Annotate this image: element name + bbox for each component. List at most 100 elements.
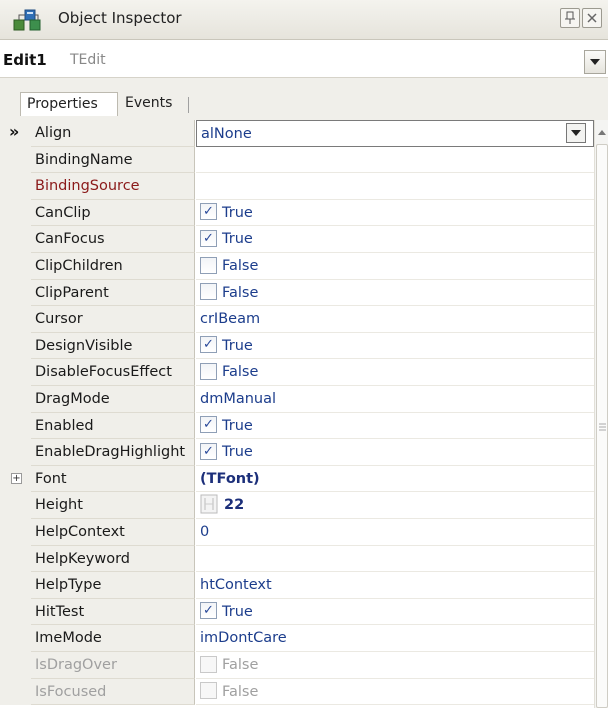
checkbox-unchecked[interactable] — [200, 362, 217, 380]
property-value[interactable] — [196, 545, 594, 573]
property-value[interactable]: ✓ True — [196, 226, 594, 253]
property-name: BindingSource — [31, 173, 195, 200]
row-gutter — [0, 332, 31, 360]
value-dropdown-button[interactable] — [566, 123, 586, 143]
property-name: ClipParent — [31, 279, 195, 307]
property-value[interactable]: (TFont) — [196, 465, 594, 493]
vertical-scrollbar[interactable] — [594, 120, 608, 708]
property-row[interactable]: DragMode dmManual — [0, 386, 594, 413]
property-name: Cursor — [31, 306, 195, 333]
checkbox-checked[interactable]: ✓ — [200, 602, 217, 620]
property-row[interactable]: IsDragOver False — [0, 652, 594, 679]
property-value-text: False — [222, 258, 259, 274]
property-name: HitTest — [31, 598, 195, 626]
property-value[interactable]: False — [196, 678, 594, 706]
title-bar: Object Inspector — [0, 0, 608, 40]
property-row[interactable]: Cursor crIBeam — [0, 306, 594, 333]
property-name: CanFocus — [31, 226, 195, 253]
property-value-text: False — [222, 657, 259, 673]
close-button[interactable] — [582, 8, 602, 28]
property-value[interactable]: crIBeam — [196, 306, 594, 333]
property-value[interactable]: ✓ True — [196, 199, 594, 227]
property-name: HelpContext — [31, 519, 195, 546]
checkbox-checked[interactable]: ✓ — [200, 229, 217, 247]
property-value[interactable]: alNone — [196, 120, 594, 147]
property-row[interactable]: HelpType htContext — [0, 572, 594, 599]
row-gutter — [0, 386, 31, 413]
property-row[interactable]: HelpContext 0 — [0, 519, 594, 546]
property-value[interactable]: False — [196, 253, 594, 280]
row-gutter — [0, 199, 31, 227]
property-value[interactable]: ✓ True — [196, 439, 594, 466]
checkbox-unchecked[interactable] — [200, 256, 217, 274]
property-value-text: True — [222, 231, 253, 248]
row-gutter — [0, 146, 31, 174]
row-gutter — [0, 519, 31, 546]
property-value[interactable]: dmManual — [196, 386, 594, 413]
property-row[interactable]: DesignVisible ✓ True — [0, 332, 594, 360]
property-row[interactable]: HelpKeyword — [0, 545, 594, 573]
checkbox-checked[interactable]: ✓ — [200, 336, 217, 354]
property-name: ImeMode — [31, 625, 195, 652]
property-row[interactable]: DisableFocusEffect False — [0, 359, 594, 386]
row-gutter — [0, 412, 31, 440]
property-name: Align — [31, 120, 195, 147]
scroll-thumb[interactable] — [596, 144, 608, 708]
component-selector[interactable]: Edit1 TEdit — [0, 44, 608, 78]
property-value[interactable]: 0 — [196, 519, 594, 546]
property-row[interactable]: BindingSource — [0, 173, 594, 200]
row-gutter — [0, 359, 31, 386]
tab-events[interactable]: Events — [119, 92, 187, 116]
property-row[interactable]: EnableDragHighlight ✓ True — [0, 439, 594, 466]
property-row[interactable]: CanFocus ✓ True — [0, 226, 594, 253]
property-row[interactable]: CanClip ✓ True — [0, 199, 594, 227]
property-value[interactable]: imDontCare — [196, 625, 594, 652]
expand-plus-icon[interactable]: + — [11, 472, 22, 484]
checkbox-unchecked[interactable] — [200, 283, 217, 301]
tab-properties[interactable]: Properties — [20, 92, 118, 116]
pin-button[interactable] — [560, 8, 580, 28]
property-value-text: True — [222, 444, 253, 461]
property-value[interactable]: ✓ True — [196, 598, 594, 626]
row-gutter — [0, 306, 31, 333]
property-value-text: 0 — [200, 524, 210, 540]
checkbox-checked[interactable]: ✓ — [200, 416, 217, 434]
selected-row-marker-icon: » — [9, 122, 20, 141]
row-gutter — [0, 226, 31, 253]
property-row[interactable]: ClipParent False — [0, 279, 594, 307]
property-value[interactable]: ✓ True — [196, 332, 594, 360]
property-value-text: False — [222, 364, 259, 381]
property-value[interactable]: False — [196, 359, 594, 386]
property-row[interactable]: BindingName — [0, 146, 594, 174]
property-row[interactable]: ImeMode imDontCare — [0, 625, 594, 652]
property-value[interactable] — [196, 146, 594, 174]
component-dropdown-button[interactable] — [584, 50, 606, 74]
property-name: ClipChildren — [31, 253, 195, 280]
property-row[interactable]: Enabled ✓ True — [0, 412, 594, 440]
property-value-text: True — [222, 417, 253, 434]
property-value[interactable]: False — [196, 279, 594, 307]
scroll-up-button[interactable] — [595, 124, 608, 140]
property-row[interactable]: HitTest ✓ True — [0, 598, 594, 626]
property-name: IsFocused — [31, 678, 195, 706]
property-value[interactable]: False — [196, 652, 594, 679]
checkbox-checked[interactable]: ✓ — [200, 203, 217, 221]
property-row[interactable]: Height 22 — [0, 492, 594, 519]
property-value[interactable]: ✓ True — [196, 412, 594, 440]
property-name: DragMode — [31, 386, 195, 413]
property-row[interactable]: IsFocused False — [0, 678, 594, 706]
checkbox-checked[interactable]: ✓ — [200, 442, 217, 460]
grip-icon — [599, 423, 606, 431]
component-name: Edit1 — [3, 51, 47, 69]
property-value-text: alNone — [201, 126, 252, 142]
property-row[interactable]: ClipChildren False — [0, 253, 594, 280]
property-value-text: True — [222, 603, 253, 620]
property-value[interactable] — [196, 173, 594, 200]
row-gutter: » — [0, 120, 31, 147]
property-row[interactable]: » Align alNone — [0, 120, 594, 147]
property-value[interactable]: 22 — [196, 492, 594, 519]
spin-edit-icon[interactable] — [200, 494, 218, 514]
property-value[interactable]: htContext — [196, 572, 594, 599]
property-row[interactable]: + Font (TFont) — [0, 465, 594, 493]
row-gutter — [0, 678, 31, 706]
